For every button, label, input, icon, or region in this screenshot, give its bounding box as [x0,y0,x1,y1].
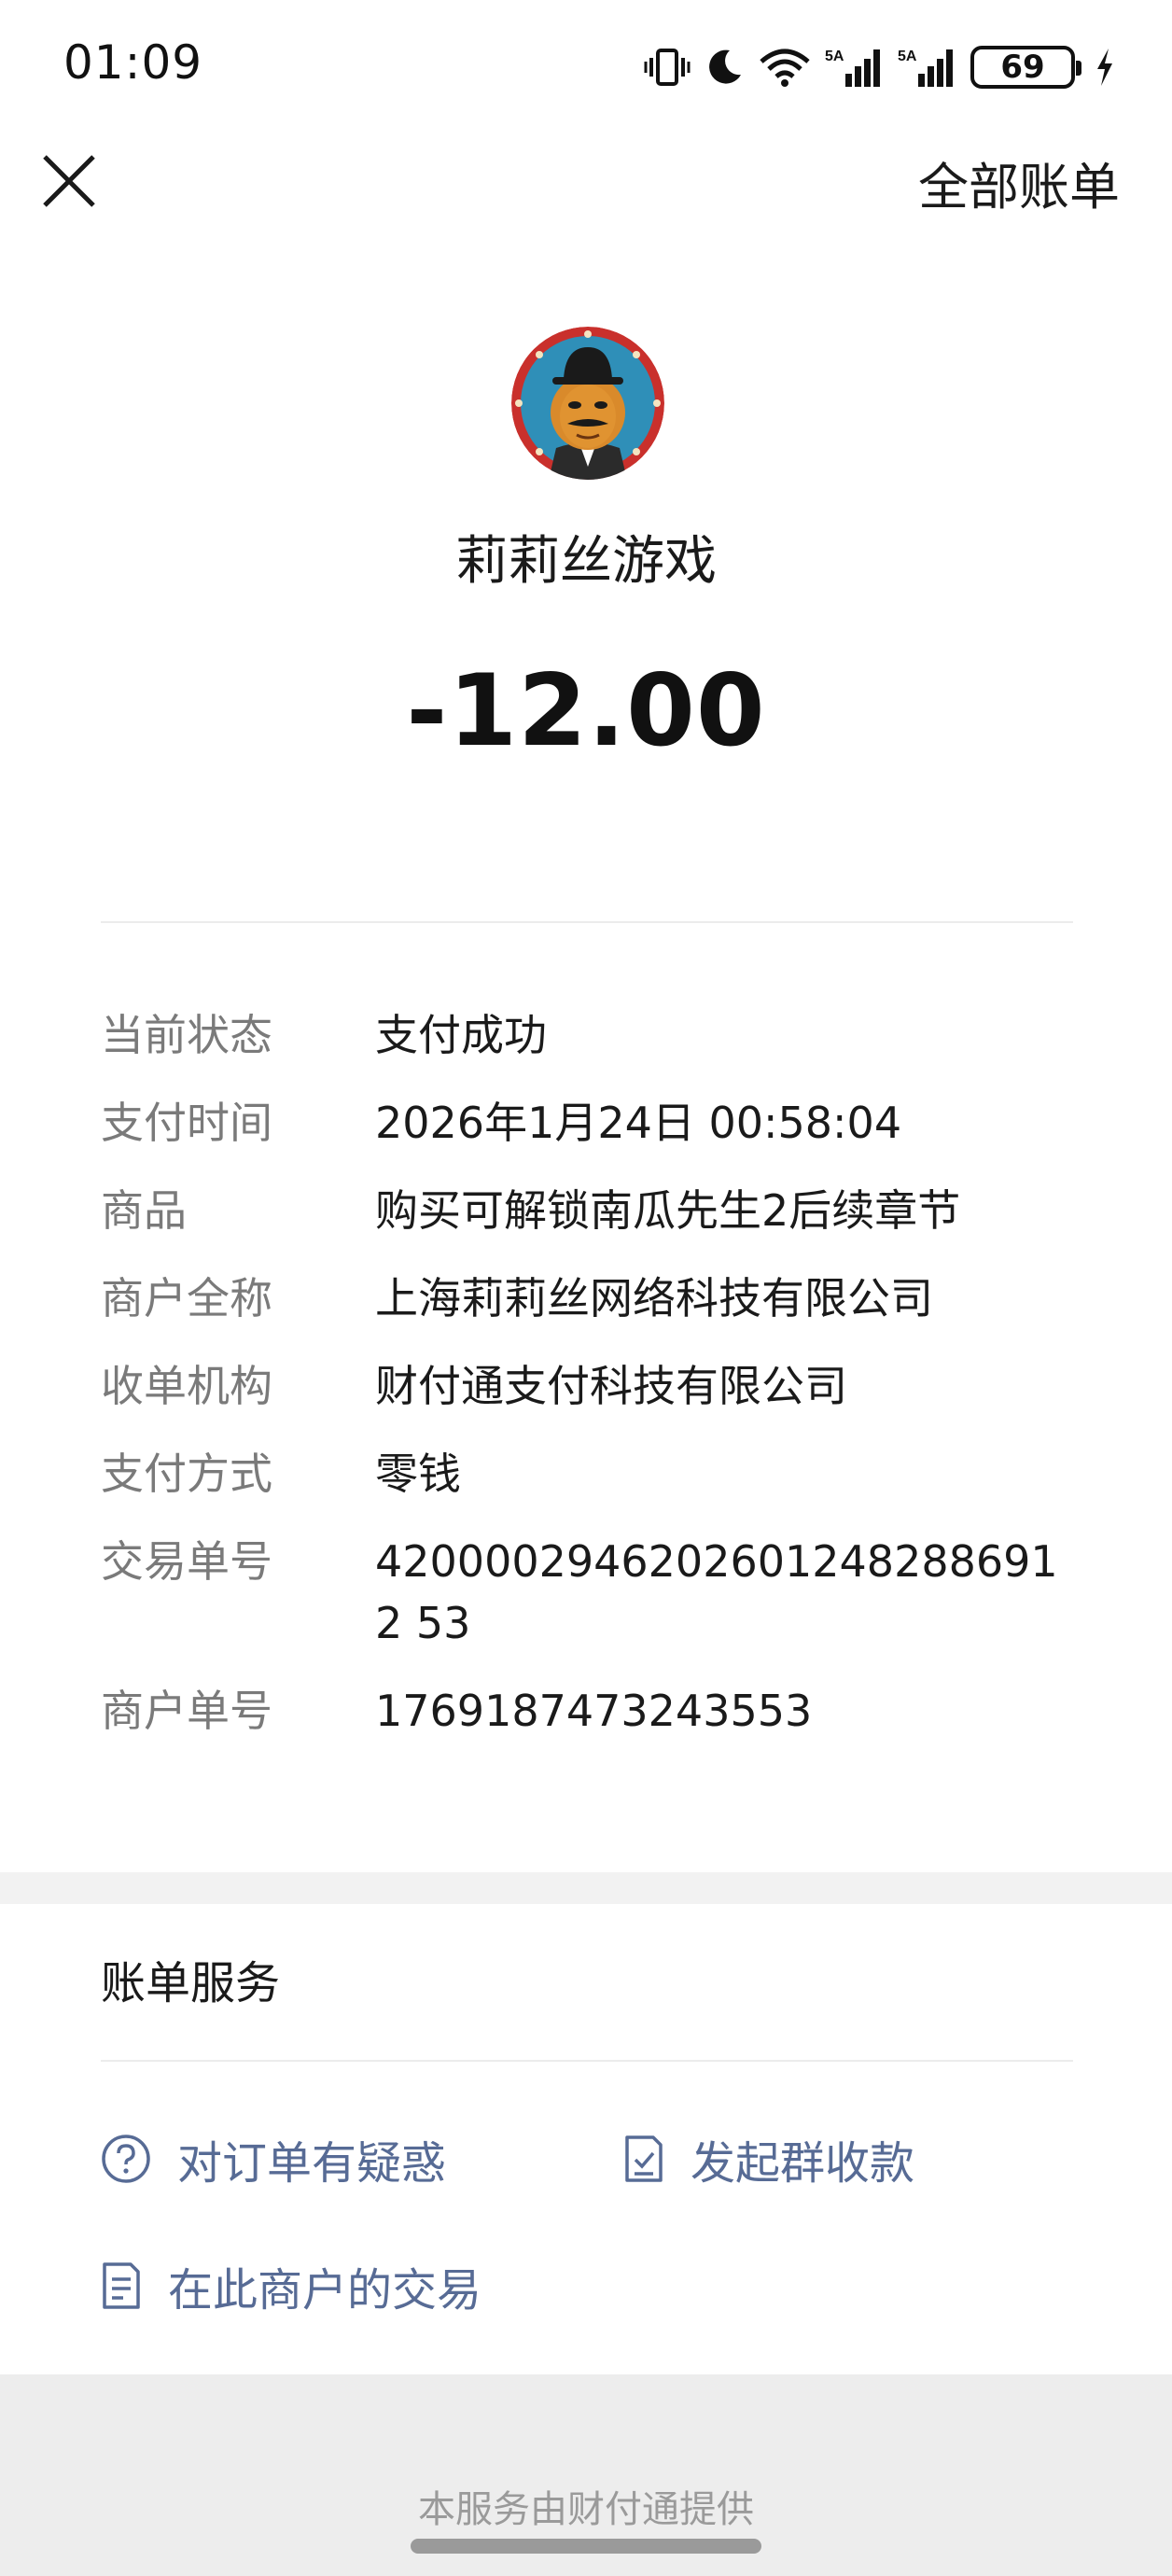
detail-label: 商户全称 [101,1273,272,1323]
signal-label: 5A [825,49,844,64]
group-collect-button[interactable]: 发起群收款 [623,2126,914,2191]
group-collect-label: 发起群收款 [691,2137,915,2190]
detail-label: 当前状态 [101,1010,272,1060]
detail-row-time: 支付时间 2026年1月24日 00:58:04 [101,1092,1073,1180]
payment-amount: -12.00 [406,653,766,768]
document-check-icon [625,2135,663,2182]
detail-row-merchant-order-id: 商户单号 1769187473243553 [101,1680,1073,1768]
detail-value: 2026年1月24日 00:58:04 [375,1098,902,1148]
detail-value: 财付通支付科技有限公司 [375,1361,847,1411]
detail-value: 零钱 [375,1449,461,1499]
detail-row-acquirer: 收单机构 财付通支付科技有限公司 [101,1355,1073,1443]
order-question-label: 对订单有疑惑 [177,2137,447,2190]
merchant-avatar [511,327,664,480]
detail-label: 收单机构 [101,1361,272,1411]
detail-row-payment-method: 支付方式 零钱 [101,1443,1073,1531]
moon-icon [704,47,745,88]
footer-text: 本服务由财付通提供 [418,2488,754,2531]
status-time: 01:09 [63,35,203,90]
signal-label: 5A [898,49,917,64]
wifi-icon [758,47,812,88]
services-title: 账单服务 [101,1957,281,2009]
divider [101,921,1073,923]
section-separator [0,1872,1172,1904]
detail-value: 上海莉莉丝网络科技有限公司 [375,1273,933,1323]
all-bills-link[interactable]: 全部账单 [918,146,1120,219]
detail-value[interactable]: 42000029462026012482886912 53 [375,1531,1073,1680]
merchant-transactions-label: 在此商户的交易 [168,2264,482,2317]
detail-value: 支付成功 [375,1010,547,1060]
vibrate-icon [644,47,691,88]
question-icon [102,2135,150,2183]
detail-label: 商品 [101,1185,187,1236]
signal-5a-icon: 5A [898,46,957,89]
status-bar: 01:09 5A 5A 69 [0,0,1172,131]
signal-5a-icon: 5A [825,46,885,89]
list-doc-icon [103,2262,140,2309]
merchant-name: 莉莉丝游戏 [455,531,717,592]
detail-value: 购买可解锁南瓜先生2后续章节 [375,1185,961,1236]
merchant-transactions-button[interactable]: 在此商户的交易 [101,2253,481,2318]
detail-label: 商户单号 [101,1686,272,1736]
detail-label: 交易单号 [101,1536,272,1587]
detail-row-merchant-fullname: 商户全称 上海莉莉丝网络科技有限公司 [101,1267,1073,1355]
order-question-button[interactable]: 对订单有疑惑 [101,2126,446,2191]
detail-label: 支付时间 [101,1098,272,1148]
bill-details: 当前状态 支付成功 支付时间 2026年1月24日 00:58:04 商品 购买… [101,1004,1073,1768]
detail-label: 支付方式 [101,1449,272,1499]
home-indicator[interactable] [411,2539,761,2554]
detail-row-product: 商品 购买可解锁南瓜先生2后续章节 [101,1180,1073,1267]
charging-icon [1094,47,1116,88]
detail-row-status: 当前状态 支付成功 [101,1004,1073,1092]
close-button[interactable] [37,149,101,213]
close-icon [43,155,95,207]
battery-icon: 69 [970,46,1081,89]
detail-row-transaction-id: 交易单号 42000029462026012482886912 53 [101,1531,1073,1680]
status-icons: 5A 5A 69 [644,41,1116,93]
detail-value[interactable]: 1769187473243553 [375,1680,1073,1768]
divider [101,2060,1073,2062]
